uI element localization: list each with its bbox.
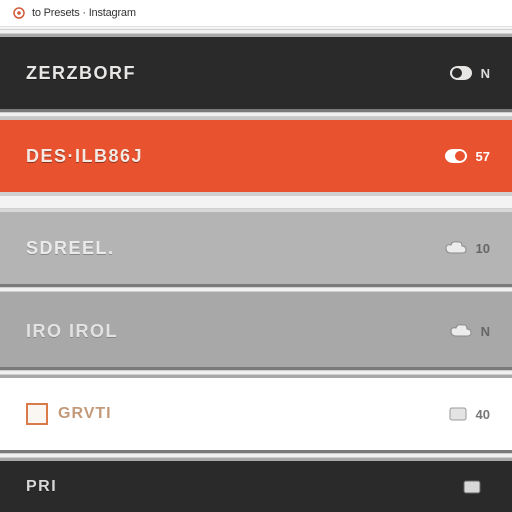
- cloud-icon: [449, 322, 473, 340]
- row-meta: 10: [444, 239, 490, 257]
- list-row[interactable]: SDREEL. 10: [0, 209, 512, 287]
- list-row[interactable]: GRVTI 40: [0, 375, 512, 453]
- window-title: to Presets · Instagram: [32, 7, 136, 19]
- list-row[interactable]: DES·ILB86J 57: [0, 117, 512, 195]
- row-label: ZERZBORF: [26, 63, 136, 84]
- row-label: PRI: [26, 478, 57, 496]
- list-row[interactable]: IRO IROL N: [0, 292, 512, 370]
- cloud-icon: [444, 239, 468, 257]
- row-meta: N: [449, 322, 490, 340]
- row-count: 10: [476, 241, 490, 256]
- thumb-icon: [448, 406, 468, 422]
- category-list: ZERZBORF N DES·ILB86J 57 SDREEL. 10 IRO …: [0, 27, 512, 512]
- badge-icon: [444, 147, 468, 165]
- row-meta: N: [449, 64, 490, 82]
- row-meta: 57: [444, 147, 490, 165]
- row-meta: 40: [448, 406, 490, 422]
- row-label: GRVTI: [58, 405, 112, 423]
- row-label: IRO IROL: [26, 321, 118, 342]
- row-count: 40: [476, 407, 490, 422]
- row-label: SDREEL.: [26, 238, 115, 259]
- window-header: to Presets · Instagram: [0, 0, 512, 27]
- row-count: N: [481, 324, 490, 339]
- row-count: N: [481, 66, 490, 81]
- list-row[interactable]: PRI: [0, 458, 512, 512]
- app-logo-icon: [12, 6, 26, 20]
- list-row[interactable]: ZERZBORF N: [0, 34, 512, 112]
- preset-swatch-icon: [26, 403, 48, 425]
- row-meta: [462, 479, 490, 495]
- thumb-icon: [462, 479, 482, 495]
- divider: [0, 195, 512, 209]
- badge-icon: [449, 64, 473, 82]
- row-label: DES·ILB86J: [26, 146, 143, 167]
- row-count: 57: [476, 149, 490, 164]
